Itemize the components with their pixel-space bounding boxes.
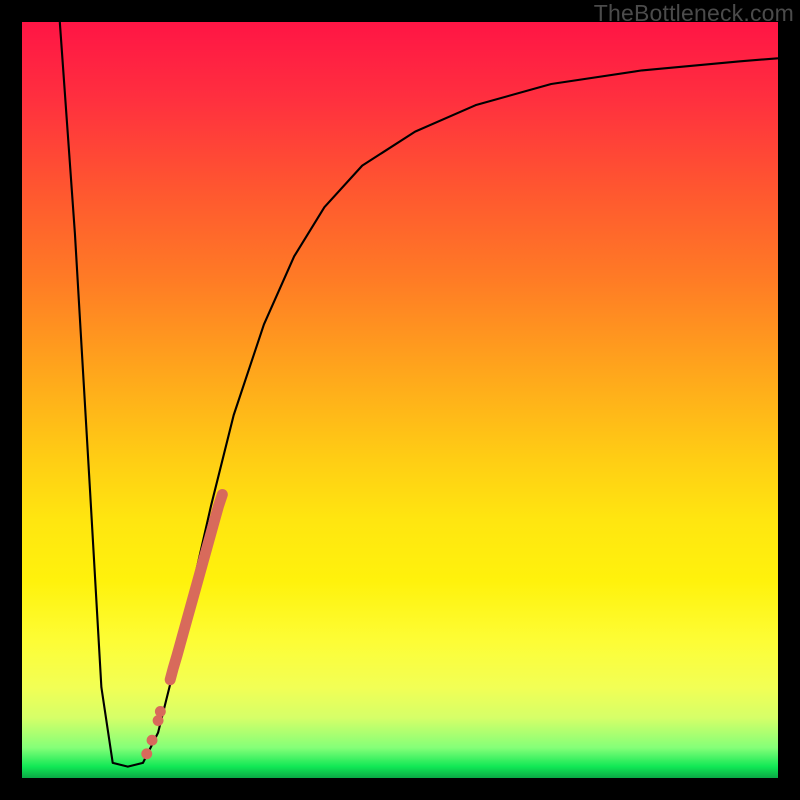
plot-area [22, 22, 778, 778]
chart-frame: TheBottleneck.com [0, 0, 800, 800]
bottleneck-curve [22, 22, 778, 778]
